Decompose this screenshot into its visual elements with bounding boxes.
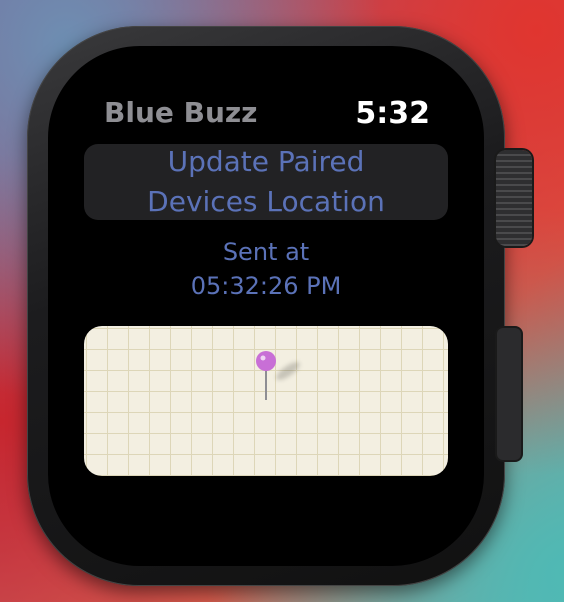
watch-screen: Blue Buzz 5:32 Update Paired Devices Loc… (48, 46, 484, 566)
app-title: Blue Buzz (104, 96, 258, 129)
digital-crown[interactable] (496, 150, 532, 246)
update-location-button[interactable]: Update Paired Devices Location (84, 144, 448, 220)
location-map[interactable] (84, 326, 448, 476)
status-time: 5:32 (355, 96, 430, 131)
sent-at-label: Sent at (222, 238, 310, 266)
map-pin-icon (256, 351, 276, 400)
sent-at-time: 05:32:26 PM (190, 272, 342, 300)
side-button[interactable] (497, 328, 521, 460)
